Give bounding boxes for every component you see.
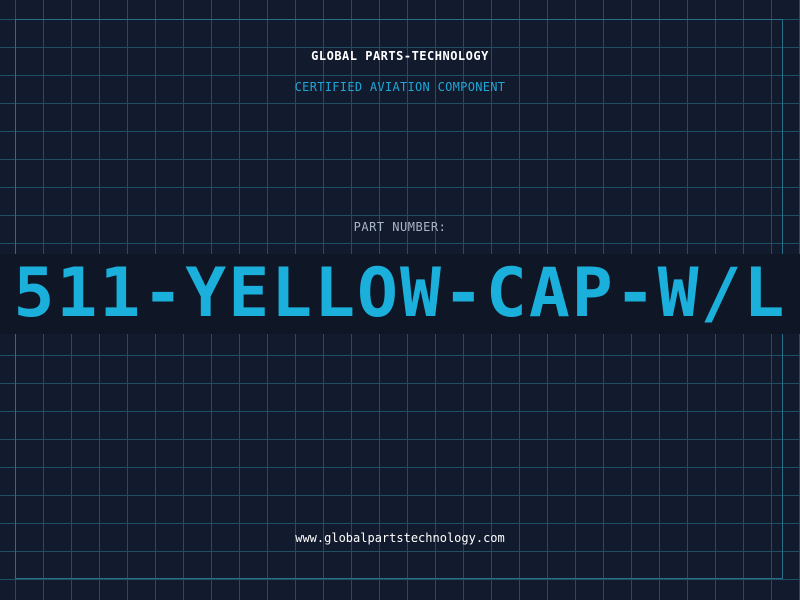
part-number-band: 511-YELLOW-CAP-W/L — [0, 254, 800, 334]
part-number-value: 511-YELLOW-CAP-W/L — [13, 254, 787, 333]
company-name: GLOBAL PARTS-TECHNOLOGY — [311, 49, 489, 63]
certification-subtitle: CERTIFIED AVIATION COMPONENT — [294, 80, 506, 94]
part-number-label: PART NUMBER: — [353, 220, 447, 234]
part-label-card: GLOBAL PARTS-TECHNOLOGY CERTIFIED AVIATI… — [0, 0, 800, 600]
website-url: www.globalpartstechnology.com — [295, 531, 505, 545]
